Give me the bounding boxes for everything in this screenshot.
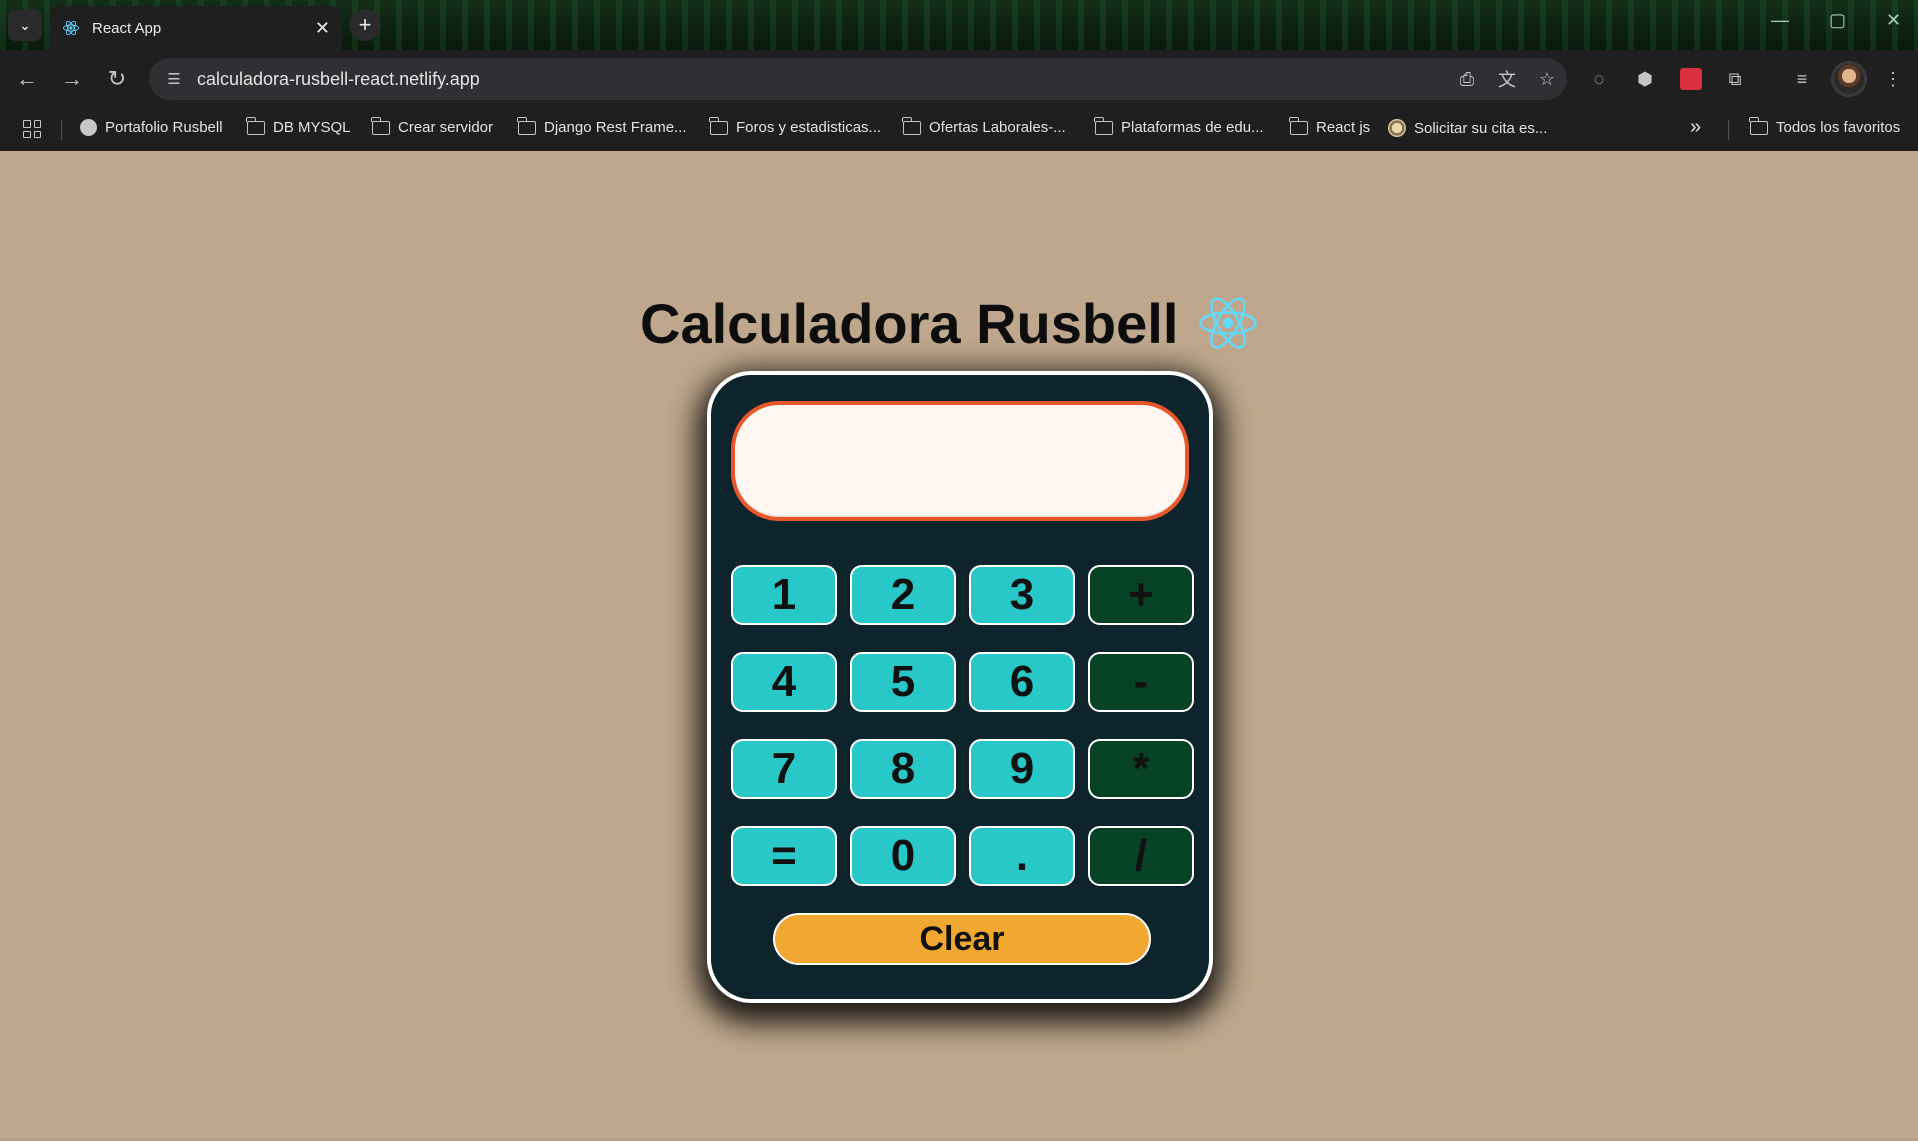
plus-icon: + (358, 12, 372, 37)
button-4[interactable]: 4 (731, 652, 837, 712)
bookmark-label: Crear servidor (398, 119, 494, 136)
tab-title: React App (92, 19, 162, 37)
divider (61, 120, 62, 140)
extension-icon[interactable] (1674, 62, 1708, 96)
bookmark-folder[interactable]: Crear servidor (371, 116, 494, 136)
button-7[interactable]: 7 (731, 739, 837, 799)
multiply-button[interactable]: * (1088, 739, 1194, 799)
extension-icon[interactable]: ◌ (1582, 62, 1616, 96)
react-favicon-icon (63, 20, 79, 36)
bookmarks-overflow-button[interactable]: » (1690, 116, 1701, 139)
media-controls-icon[interactable]: ≡ (1785, 62, 1819, 96)
bookmark-label: Plataformas de edu... (1121, 119, 1264, 136)
subtract-button[interactable]: - (1088, 652, 1194, 712)
equals-button[interactable]: = (731, 826, 837, 886)
close-tab-icon[interactable]: ✕ (315, 18, 330, 39)
button-2[interactable]: 2 (850, 565, 956, 625)
page-title-row: Calculadora Rusbell (640, 290, 1258, 356)
button-5[interactable]: 5 (850, 652, 956, 712)
maximize-icon[interactable]: ▢ (1829, 10, 1846, 31)
extension-icon[interactable]: ⬢ (1628, 62, 1662, 96)
button-8[interactable]: 8 (850, 739, 956, 799)
arrow-right-icon: → (61, 66, 83, 91)
all-bookmarks-folder[interactable]: Todos los favoritos (1749, 116, 1901, 136)
bookmark-item[interactable]: Portafolio Rusbell (80, 119, 223, 136)
install-app-icon[interactable]: ⎙ (1447, 63, 1487, 95)
menu-kebab-icon[interactable]: ⋮ (1876, 62, 1910, 96)
apps-grid-icon[interactable] (23, 120, 41, 138)
bookmark-label: React js (1316, 119, 1371, 136)
tab-strip: ⌄ React App ✕ + — ▢ ✕ (0, 0, 1918, 50)
double-chevron-icon: » (1690, 116, 1702, 138)
decimal-button[interactable]: . (969, 826, 1075, 886)
bookmark-item[interactable]: Solicitar su cita es... (1388, 119, 1547, 137)
button-6[interactable]: 6 (969, 652, 1075, 712)
bookmark-folder[interactable]: Django Rest Frame... (517, 116, 687, 136)
bookmark-folder[interactable]: Foros y estadisticas... (709, 116, 882, 136)
forward-button[interactable]: → (56, 63, 88, 95)
chevron-down-icon: ⌄ (19, 16, 31, 33)
arrow-left-icon: ← (16, 66, 38, 91)
calculator-display (731, 401, 1189, 521)
page-title: Calculadora Rusbell (640, 291, 1179, 355)
new-tab-button[interactable]: + (349, 9, 381, 41)
button-3[interactable]: 3 (969, 565, 1075, 625)
extensions-puzzle-icon[interactable]: ⧉ (1718, 62, 1752, 96)
back-button[interactable]: ← (11, 63, 43, 95)
reload-icon: ↻ (107, 66, 127, 91)
bookmark-folder[interactable]: Plataformas de edu... (1094, 116, 1264, 136)
folder-icon (1289, 116, 1308, 135)
seal-icon (1388, 119, 1406, 137)
clear-button[interactable]: Clear (773, 913, 1151, 965)
add-button[interactable]: + (1088, 565, 1194, 625)
react-logo-icon (1199, 297, 1258, 349)
bookmark-label: Todos los favoritos (1776, 119, 1901, 136)
globe-icon (80, 119, 97, 136)
bookmark-label: Solicitar su cita es... (1414, 119, 1548, 137)
tab-react-app[interactable]: React App ✕ (50, 6, 342, 50)
bookmark-label: Django Rest Frame... (544, 119, 687, 136)
bookmark-label: Ofertas Laborales-... (929, 119, 1066, 136)
bookmark-star-icon[interactable]: ☆ (1527, 63, 1567, 95)
bookmark-folder[interactable]: React js (1289, 116, 1371, 136)
divide-button[interactable]: / (1088, 826, 1194, 886)
calculator: 1 2 3 + 4 5 6 - 7 8 9 * = 0 . / Clear (707, 371, 1213, 1003)
bookmark-folder[interactable]: Ofertas Laborales-... (902, 116, 1066, 136)
folder-icon (371, 116, 390, 135)
button-0[interactable]: 0 (850, 826, 956, 886)
bookmark-label: Portafolio Rusbell (105, 119, 223, 136)
folder-icon (1094, 116, 1113, 135)
button-1[interactable]: 1 (731, 565, 837, 625)
minimize-icon[interactable]: — (1771, 10, 1789, 31)
close-window-icon[interactable]: ✕ (1886, 10, 1901, 31)
folder-icon (902, 116, 921, 135)
folder-icon (1749, 116, 1768, 135)
bookmark-label: Foros y estadisticas... (736, 119, 882, 136)
address-bar[interactable]: ☰ calculadora-rusbell-react.netlify.app … (149, 58, 1567, 100)
bookmark-label: DB MYSQL (273, 119, 351, 136)
site-info-icon[interactable]: ☰ (163, 68, 185, 90)
bookmark-folder[interactable]: DB MYSQL (246, 116, 351, 136)
bookmarks-bar: Portafolio Rusbell DB MYSQL Crear servid… (0, 108, 1918, 151)
folder-icon (517, 116, 536, 135)
folder-icon (246, 116, 265, 135)
url-text[interactable]: calculadora-rusbell-react.netlify.app (197, 69, 1447, 90)
folder-icon (709, 116, 728, 135)
profile-avatar[interactable] (1831, 61, 1867, 97)
divider (1728, 120, 1729, 140)
browser-toolbar: ← → ↻ ☰ calculadora-rusbell-react.netlif… (0, 50, 1918, 108)
translate-icon[interactable]: 文 (1487, 63, 1527, 95)
button-9[interactable]: 9 (969, 739, 1075, 799)
tab-search-button[interactable]: ⌄ (8, 9, 42, 41)
reload-button[interactable]: ↻ (101, 63, 133, 95)
